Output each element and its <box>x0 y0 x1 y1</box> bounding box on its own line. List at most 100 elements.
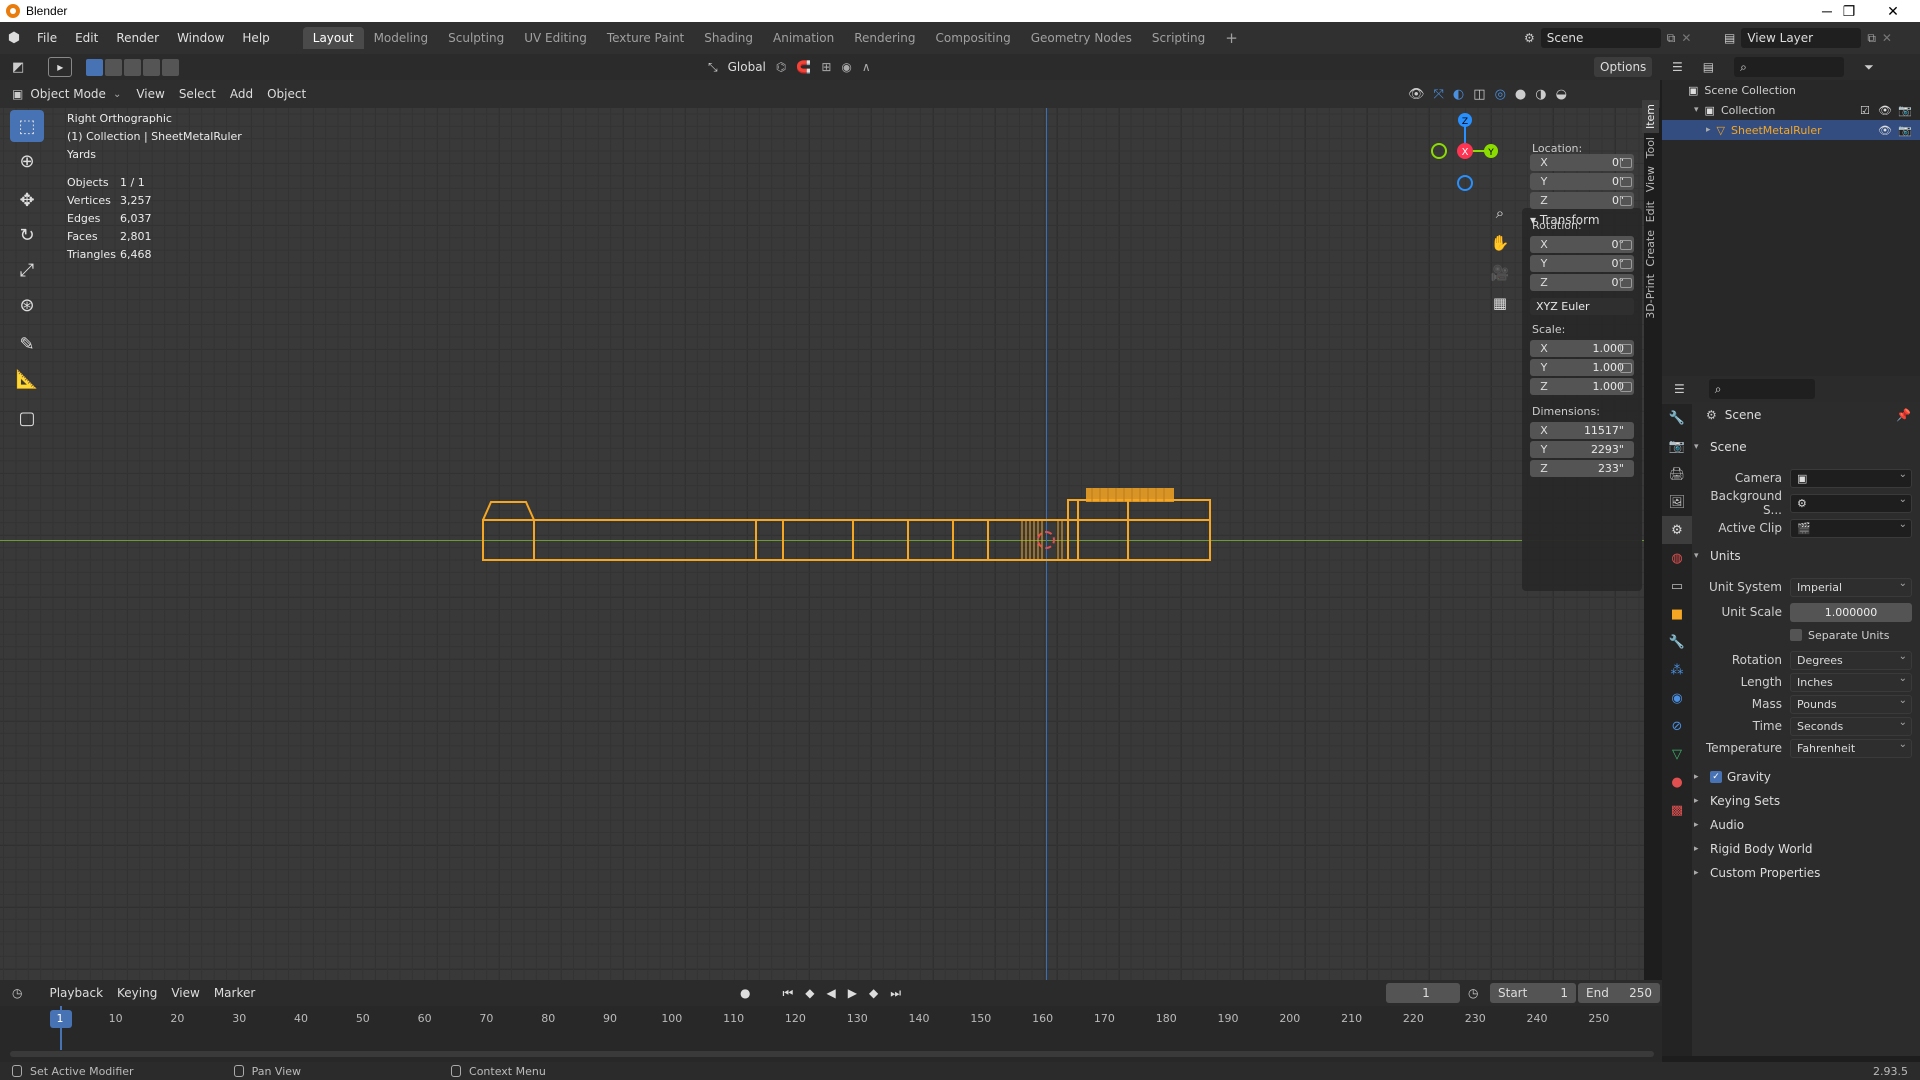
time-unit-dropdown[interactable]: Seconds <box>1790 716 1912 736</box>
tab-tool[interactable]: Tool <box>1642 133 1659 162</box>
tab-edit[interactable]: Edit <box>1642 197 1659 226</box>
expand-arrow-icon[interactable]: ▾ <box>1694 105 1699 115</box>
background-scene-field[interactable]: ⚙ <box>1790 493 1912 513</box>
tool-properties-icon[interactable]: 🔧 <box>1662 404 1692 432</box>
3d-cursor-icon[interactable] <box>1037 531 1055 549</box>
timeline-editor-icon[interactable]: ◷ <box>12 986 22 1000</box>
world-properties-icon[interactable]: ◍ <box>1662 544 1692 572</box>
tab-view[interactable]: View <box>1642 162 1659 196</box>
menu-object[interactable]: Object <box>260 87 313 101</box>
menu-window[interactable]: Window <box>168 27 233 49</box>
tab-compositing[interactable]: Compositing <box>925 27 1020 49</box>
gravity-checkbox[interactable]: ✓ <box>1710 771 1722 783</box>
scene-panel-header[interactable]: ▾ Scene <box>1694 440 1747 454</box>
menu-file[interactable]: File <box>28 27 66 49</box>
camera-render-icon[interactable]: 📷 <box>1898 124 1912 137</box>
transform-orientation-dropdown[interactable]: Global <box>728 60 766 74</box>
timeline-scrollbar[interactable] <box>10 1051 1654 1057</box>
frame-start-field[interactable]: Start 1 <box>1490 983 1576 1003</box>
sheet-metal-ruler-wireframe[interactable] <box>0 108 1644 980</box>
menu-render[interactable]: Render <box>107 27 168 49</box>
menu-view[interactable]: View <box>129 87 171 101</box>
snap-icon[interactable]: 🧲 <box>796 60 811 74</box>
menu-timeline-view[interactable]: View <box>164 986 206 1000</box>
xray-icon[interactable]: ◫ <box>1473 87 1485 102</box>
transform-tool-icon[interactable]: ⊛ <box>10 289 44 321</box>
select-subtract-icon[interactable] <box>124 58 142 76</box>
scale-y-field[interactable]: Y 1.000 <box>1530 359 1634 376</box>
add-workspace-icon[interactable]: + <box>1215 27 1248 49</box>
solid-shading-icon[interactable]: ● <box>1515 87 1526 102</box>
lock-location-y-icon[interactable] <box>1620 177 1632 187</box>
tab-animation[interactable]: Animation <box>763 27 844 49</box>
tab-create[interactable]: Create <box>1642 226 1659 271</box>
object-mode-dropdown[interactable]: Object Mode <box>23 87 113 101</box>
rotation-unit-dropdown[interactable]: Degrees <box>1790 650 1912 670</box>
select-new-icon[interactable] <box>86 58 104 76</box>
lock-rotation-y-icon[interactable] <box>1620 259 1632 269</box>
select-intersect-icon[interactable] <box>162 58 180 76</box>
outliner-scene-collection[interactable]: ▣ Scene Collection <box>1662 80 1920 100</box>
select-extend-icon[interactable] <box>105 58 123 76</box>
current-frame-field[interactable]: 1 <box>1386 983 1460 1003</box>
navigation-gizmo[interactable]: Z X Y <box>1420 108 1500 198</box>
scene-selector[interactable]: Scene <box>1540 28 1661 48</box>
blender-menu-icon[interactable]: ⬢ <box>0 30 28 46</box>
tab-scripting[interactable]: Scripting <box>1142 27 1215 49</box>
menu-help[interactable]: Help <box>233 27 278 49</box>
play-reverse-icon[interactable]: ◀ <box>827 986 836 1000</box>
physics-properties-icon[interactable]: ◉ <box>1662 684 1692 712</box>
proportional-edit-icon[interactable]: ◉ <box>841 60 851 74</box>
particles-properties-icon[interactable]: ⁂ <box>1662 656 1692 684</box>
cursor-tool-icon[interactable]: ⊕ <box>10 145 44 177</box>
ortho-grid-icon[interactable]: ▦ <box>1489 288 1511 318</box>
options-dropdown[interactable]: Options <box>1594 57 1653 77</box>
object-properties-icon[interactable]: ■ <box>1662 600 1692 628</box>
material-properties-icon[interactable]: ● <box>1662 768 1692 796</box>
select-tool-icon[interactable]: ▸ <box>48 57 73 77</box>
view-layer-icon[interactable]: ▤ <box>1724 31 1735 45</box>
rigid-body-world-panel-header[interactable]: ▸ Rigid Body World <box>1694 842 1813 856</box>
location-z-field[interactable]: Z 0" <box>1530 192 1634 209</box>
timeline-area[interactable]: 1 10 20 30 40 50 60 70 80 90 100 110 120 130 140 150 160… <box>0 1006 1662 1062</box>
outliner-collection-row[interactable]: ▾ ▣ Collection ☑ 👁 📷 <box>1662 100 1920 120</box>
frame-end-field[interactable]: End 250 <box>1578 983 1660 1003</box>
exclude-checkbox-icon[interactable]: ☑ <box>1860 104 1870 117</box>
menu-marker[interactable]: Marker <box>207 986 262 1000</box>
pivot-point-icon[interactable]: ⌬ <box>776 60 786 74</box>
lock-location-z-icon[interactable] <box>1620 196 1632 206</box>
delete-scene-icon[interactable]: ✕ <box>1681 31 1691 45</box>
eye-icon[interactable]: 👁 <box>1878 124 1892 137</box>
new-scene-icon[interactable]: ⧉ <box>1667 31 1676 46</box>
clock-icon[interactable]: ◷ <box>1468 986 1478 1000</box>
overlays-toggle-icon[interactable]: ◐ <box>1453 87 1464 102</box>
editor-type-icon[interactable]: ◩ <box>12 60 24 75</box>
outliner-search-input[interactable]: ⌕ <box>1734 57 1845 77</box>
temperature-unit-dropdown[interactable]: Fahrenheit <box>1790 738 1912 758</box>
maximize-button[interactable]: ❐ <box>1826 0 1872 22</box>
annotate-tool-icon[interactable]: ✎ <box>10 328 44 360</box>
select-box-icon[interactable]: ⬚ <box>10 110 44 142</box>
auto-keying-icon[interactable]: ● <box>740 986 750 1000</box>
active-clip-field[interactable]: 🎬 <box>1790 518 1912 538</box>
play-icon[interactable]: ▶ <box>848 986 857 1000</box>
render-properties-icon[interactable]: 📷 <box>1662 432 1692 460</box>
material-shading-icon[interactable]: ◑ <box>1535 87 1546 102</box>
filter-icon[interactable]: ⏷ <box>1864 60 1874 75</box>
constraints-properties-icon[interactable]: ⊘ <box>1662 712 1692 740</box>
unit-scale-field[interactable]: 1.000000 <box>1790 602 1912 622</box>
dimensions-z-field[interactable]: Z 233" <box>1530 460 1634 477</box>
mass-unit-dropdown[interactable]: Pounds <box>1790 694 1912 714</box>
prev-keyframe-icon[interactable]: ◆ <box>805 986 814 1000</box>
lock-scale-y-icon[interactable] <box>1620 363 1632 373</box>
rotation-y-field[interactable]: Y 0° <box>1530 255 1634 272</box>
gravity-panel-header[interactable]: ▸ ✓ Gravity <box>1694 770 1771 784</box>
tab-rendering[interactable]: Rendering <box>844 27 925 49</box>
menu-select[interactable]: Select <box>172 87 223 101</box>
new-view-layer-icon[interactable]: ⧉ <box>1867 31 1876 46</box>
rotate-tool-icon[interactable]: ↻ <box>10 219 44 251</box>
properties-search-input[interactable]: ⌕ <box>1708 379 1815 399</box>
scale-x-field[interactable]: X 1.000 <box>1530 340 1634 357</box>
pan-hand-icon[interactable]: ✋ <box>1489 228 1511 258</box>
units-panel-header[interactable]: ▾ Units <box>1694 549 1741 563</box>
